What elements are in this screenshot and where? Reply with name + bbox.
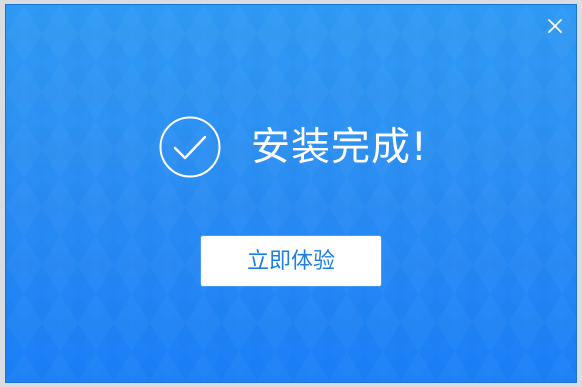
background-pattern — [6, 5, 576, 382]
close-button[interactable] — [544, 15, 566, 37]
close-icon — [548, 19, 562, 33]
installer-window: 安装完成! 立即体验 — [5, 4, 577, 383]
check-circle-icon — [158, 115, 222, 179]
installation-complete-title: 安装完成! — [251, 124, 428, 170]
installation-status: 安装完成! — [158, 113, 428, 181]
start-experience-button[interactable]: 立即体验 — [201, 236, 381, 286]
